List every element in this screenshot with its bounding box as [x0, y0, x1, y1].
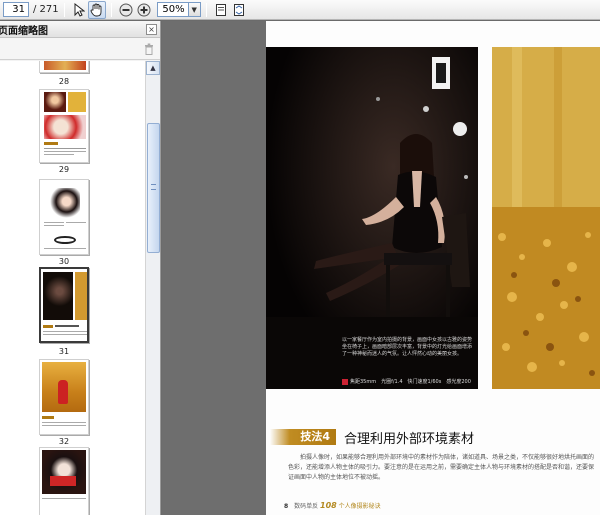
document-view[interactable]: 以一家餐厅作为室内拍摄的背景，画面中女孩以古雅的姿势坐在椅子上，画面暗部层次丰富…	[162, 21, 600, 515]
toolbar: 31 / 271 50% ▼	[0, 0, 600, 20]
zoom-select[interactable]: 50% ▼	[156, 2, 201, 17]
autumn-illustration	[492, 47, 600, 389]
scrollbar-thumb[interactable]	[147, 123, 160, 253]
panel-tools	[0, 38, 160, 60]
body-paragraph: 拍摄人像时，如果能够合理利用外部环境中的素材作为陪体，诸如道具、场景之类，不仅能…	[288, 454, 595, 481]
fit-page-button[interactable]	[230, 1, 248, 19]
toolbar-separator	[110, 2, 112, 17]
thumbnail-page-31[interactable]	[39, 267, 89, 343]
thumbnail-label: 29	[58, 165, 70, 174]
hand-icon	[90, 3, 102, 16]
scrollbar-grip	[151, 184, 156, 190]
single-page-icon	[215, 3, 226, 16]
thumbnail-label: 31	[58, 347, 70, 356]
toolbar-separator	[205, 2, 207, 17]
chevron-down-icon[interactable]: ▼	[188, 2, 201, 17]
page-footer: 8 数码单反 108 个人像摄影秘诀	[284, 501, 381, 510]
zoom-in-icon	[137, 3, 151, 16]
technique-badge: 技法4	[270, 429, 336, 445]
autumn-photo	[492, 47, 600, 389]
single-page-view-button[interactable]	[212, 1, 230, 19]
thumbnail-page-29[interactable]	[39, 89, 89, 163]
hand-tool-button[interactable]	[87, 0, 106, 19]
zoom-in-button[interactable]	[135, 1, 153, 19]
photo-caption: 以一家餐厅作为室内拍摄的背景，画面中女孩以古雅的姿势坐在椅子上，画面暗部层次丰富…	[342, 337, 473, 357]
footer-page-number: 8	[284, 503, 289, 510]
panel-header: 页面缩略图 ×	[0, 21, 160, 38]
thumbnail-label: 28	[58, 77, 70, 86]
thumbnail-page-30[interactable]	[39, 179, 89, 255]
thumbnail-page-33[interactable]	[39, 447, 89, 515]
camera-icon	[342, 378, 348, 385]
select-tool-button[interactable]	[70, 1, 88, 19]
photo-spec: 焦距35mm 光圈f/1.4 快门速度1/60s 感光度200	[342, 378, 476, 385]
portrait-photo: 以一家餐厅作为室内拍摄的背景，画面中女孩以古雅的姿势坐在椅子上，画面暗部层次丰富…	[266, 47, 478, 389]
zoom-value[interactable]: 50%	[156, 2, 189, 17]
thumbnail-page-32[interactable]	[39, 359, 89, 435]
thumbnail-label: 32	[58, 437, 70, 446]
thumbnail-label: 30	[58, 257, 70, 266]
footer-number: 108	[320, 501, 337, 510]
thumbnail-page-28[interactable]	[39, 61, 89, 73]
toolbar-separator	[63, 2, 65, 17]
technique-title: 合理利用外部环境素材	[344, 432, 475, 447]
panel-title: 页面缩略图	[0, 25, 48, 37]
trash-icon[interactable]	[144, 43, 154, 55]
technique-heading: 技法4 合理利用外部环境素材	[266, 426, 600, 447]
spec-text: 焦距35mm 光圈f/1.4 快门速度1/60s 感光度200	[350, 379, 471, 385]
fit-page-icon	[233, 3, 244, 16]
footer-brand: 个人像摄影秘诀	[338, 503, 381, 510]
close-icon[interactable]: ×	[146, 23, 157, 35]
document-page: 以一家餐厅作为室内拍摄的背景，画面中女孩以古雅的姿势坐在椅子上，画面暗部层次丰富…	[266, 21, 600, 515]
cursor-arrow-icon	[74, 2, 85, 17]
footer-series: 数码单反	[294, 503, 319, 510]
zoom-out-button[interactable]	[117, 1, 135, 19]
thumbnail-scrollbar[interactable]: ▲	[145, 61, 160, 515]
thumbnail-panel: 页面缩略图 × 28 29 30 31 32 ▲	[0, 21, 161, 515]
page-number-input[interactable]: 31	[3, 2, 29, 17]
zoom-out-icon	[119, 3, 133, 16]
page-total-label: / 271	[33, 4, 59, 15]
scroll-up-icon[interactable]: ▲	[146, 61, 160, 75]
thumbnail-list[interactable]: 28 29 30 31 32	[0, 61, 145, 515]
